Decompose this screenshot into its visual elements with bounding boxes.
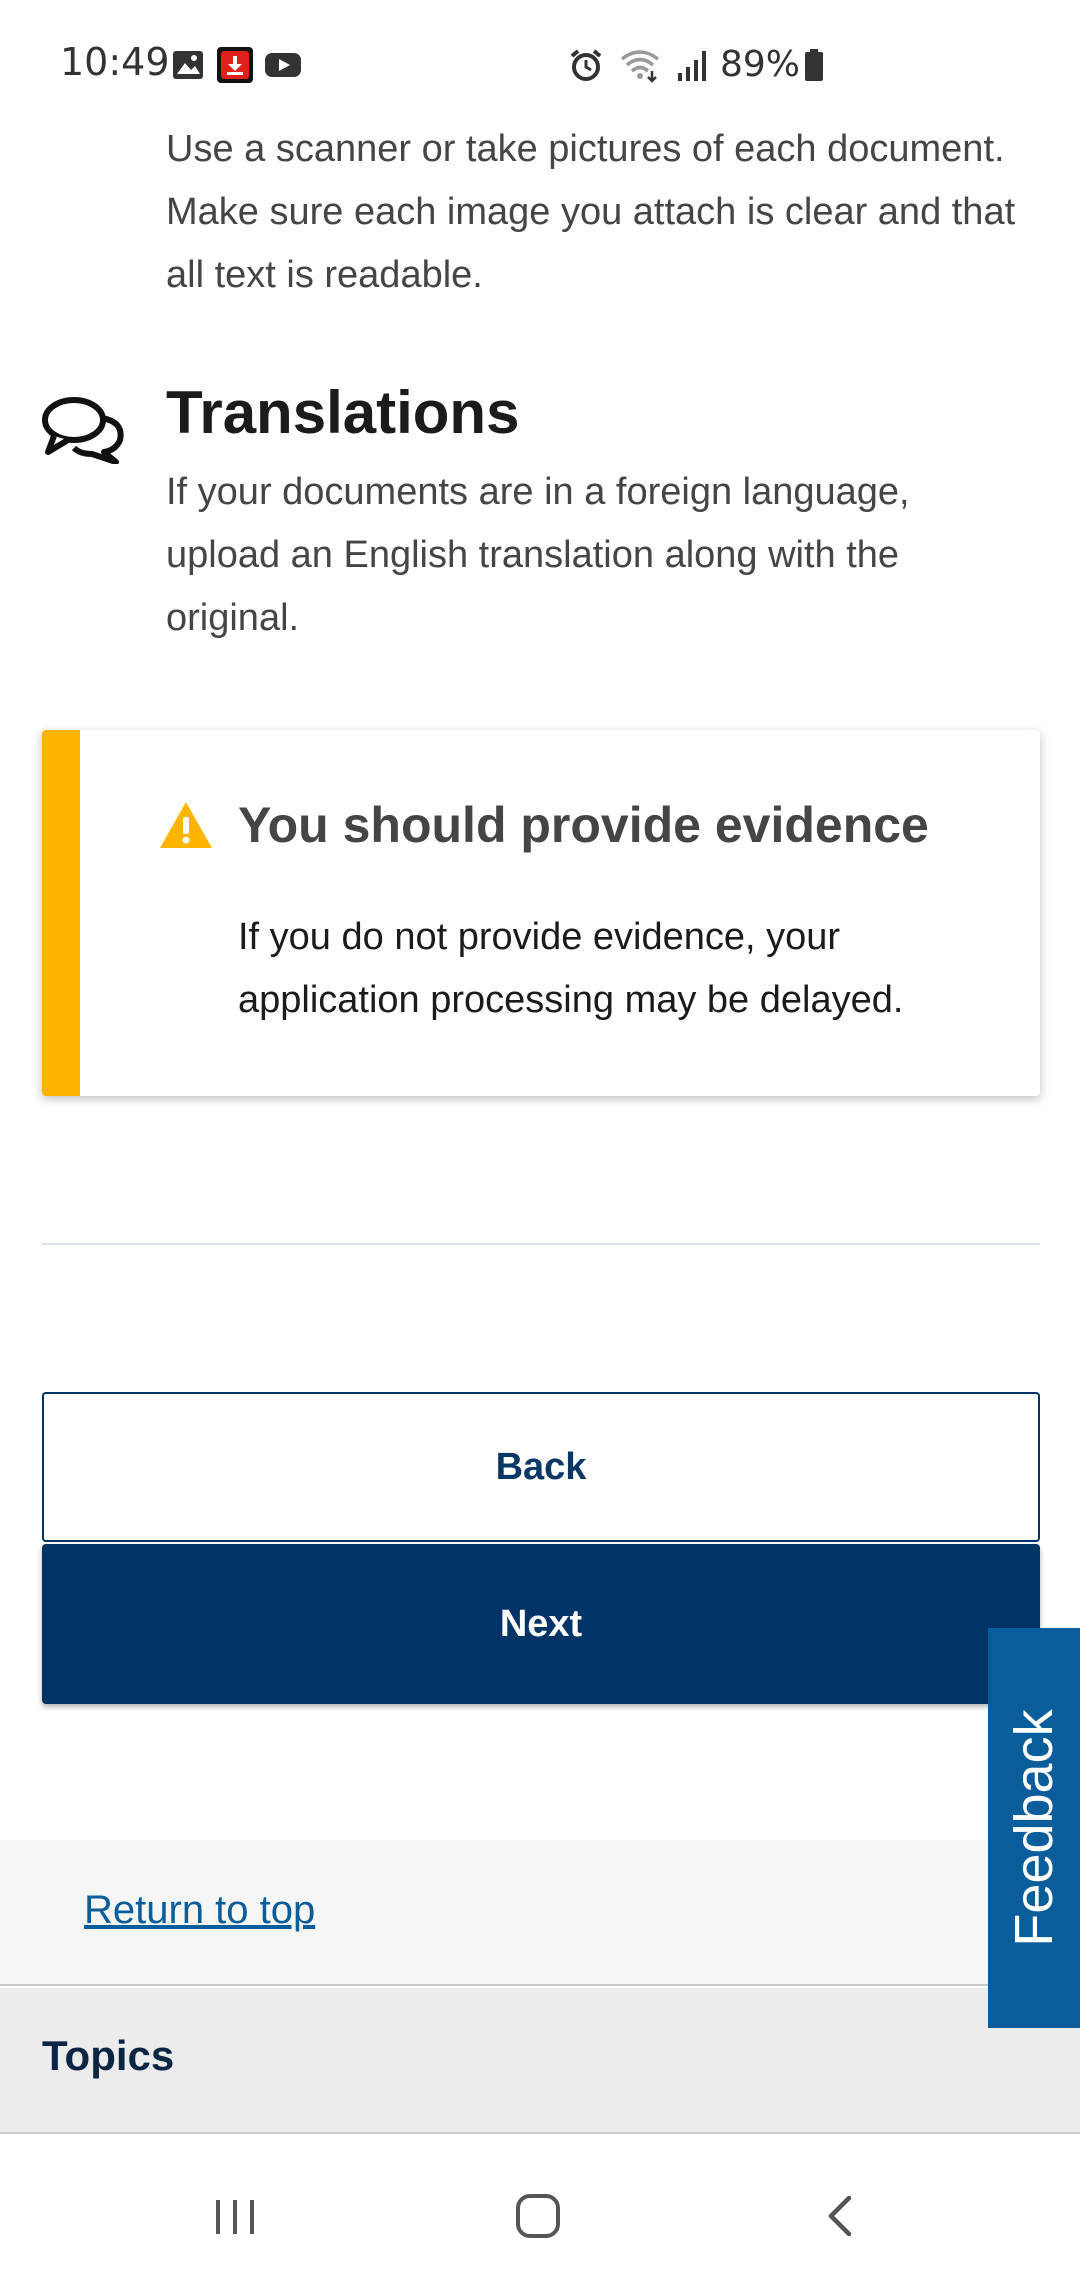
wifi-icon [620, 49, 660, 83]
home-icon[interactable] [503, 2186, 573, 2246]
topics-section[interactable]: Topics [0, 1988, 1080, 2134]
youtube-icon [265, 53, 301, 77]
topics-heading: Topics [42, 2032, 175, 2079]
download-icon [217, 47, 253, 83]
alert-accent-bar [42, 730, 80, 1096]
translations-text: If your documents are in a foreign langu… [166, 471, 910, 639]
chat-icon [42, 397, 124, 464]
status-right: 89% [568, 44, 824, 85]
status-bar: 10:49 89% [0, 0, 1080, 130]
back-button[interactable]: Back [42, 1392, 1040, 1542]
feedback-tab[interactable]: Feedback [988, 1628, 1080, 2028]
warning-icon [160, 802, 212, 848]
warning-alert: You should provide evidence If you do no… [42, 730, 1040, 1096]
alarm-icon [570, 48, 602, 81]
recent-apps-icon[interactable] [200, 2186, 270, 2246]
back-nav-icon[interactable] [805, 2186, 875, 2246]
return-to-top-link[interactable]: Return to top [84, 1888, 315, 1933]
battery-icon [805, 48, 824, 81]
alert-body: If you do not provide evidence, your app… [238, 916, 904, 1021]
next-button[interactable]: Next [42, 1544, 1040, 1704]
translations-heading: Translations [166, 379, 520, 446]
navigation-bar [0, 2156, 1080, 2280]
divider [42, 1243, 1040, 1245]
alert-title: You should provide evidence [238, 797, 929, 853]
feedback-label: Feedback [1004, 1709, 1064, 1947]
status-time: 10:49 [60, 40, 170, 84]
signal-icon [678, 50, 706, 81]
upload-instructions: Use a scanner or take pictures of each d… [166, 128, 1016, 296]
image-icon [173, 51, 203, 79]
return-to-top-band: Return to top [0, 1840, 1080, 1986]
battery-percentage: 89% [720, 44, 801, 85]
